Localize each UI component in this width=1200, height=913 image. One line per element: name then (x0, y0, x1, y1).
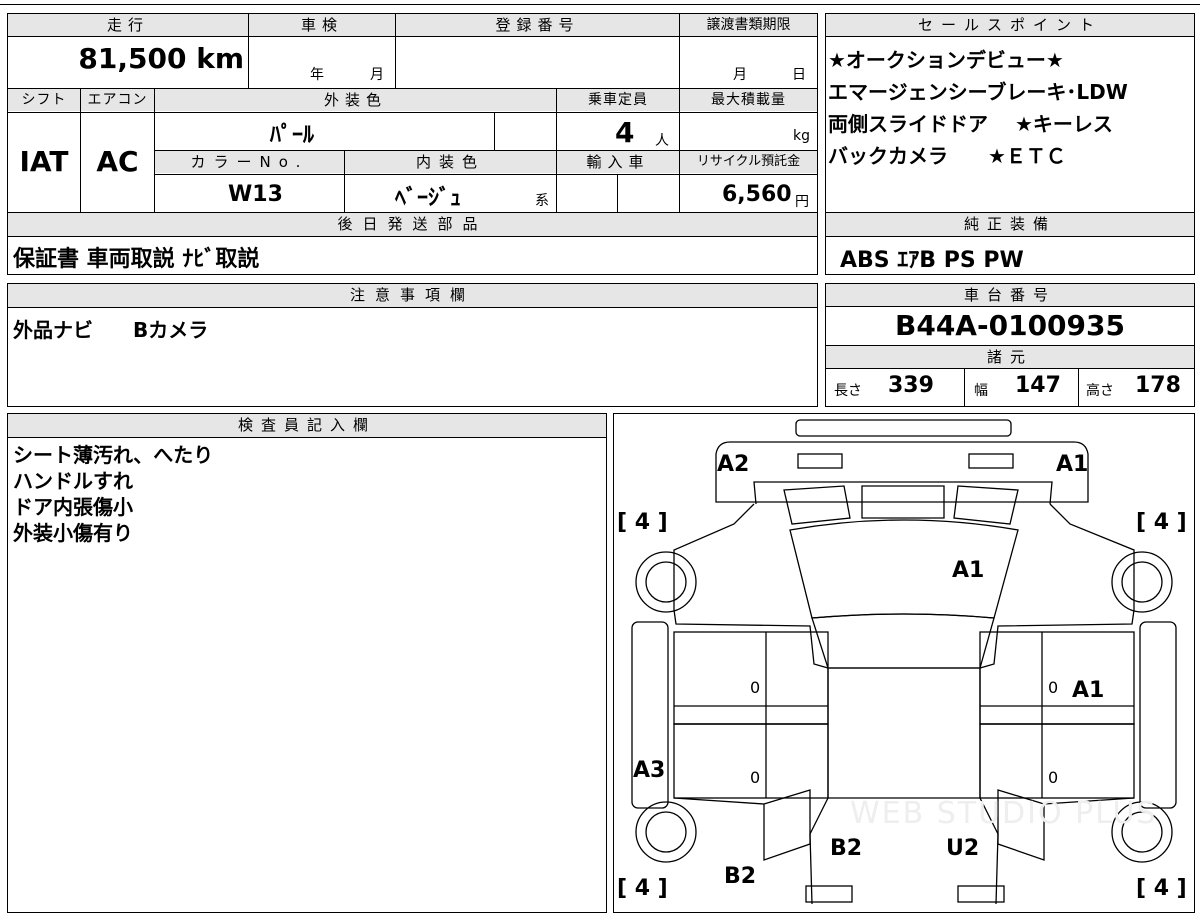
later-parts-header: 後日発送部品 (8, 213, 817, 236)
zero-mark: 0 (1048, 678, 1059, 697)
inspector-lines: シート薄汚れ、へたり ハンドルすれ ドア内張傷小 外装小傷有り (13, 442, 213, 546)
length-value: 339 (888, 373, 934, 398)
max-load-unit: kg (793, 128, 810, 144)
height-value: 178 (1135, 373, 1181, 398)
aircon-header: エアコン (81, 89, 154, 111)
interior-color-value: ﾍﾞｰｼﾞｭ (395, 186, 462, 211)
transfer-month-unit: 月 (733, 67, 747, 83)
exterior-color-header: 外装色 (155, 89, 556, 111)
sales-point-line: 両側スライドドア ★キーレス (828, 112, 1113, 136)
transfer-deadline-header: 譲渡書類期限 (680, 14, 817, 36)
recycle-value: 6,560 (722, 182, 792, 207)
inspection-year-unit: 年 (310, 67, 324, 83)
length-label: 長さ (834, 383, 862, 399)
tire-rear-left-label: [ 4 ] (617, 876, 668, 901)
mark-front-left: A2 (717, 452, 750, 477)
shift-value: IAT (19, 145, 69, 178)
shift-header: シフト (8, 89, 80, 111)
sales-points-header: セールスポイント (826, 14, 1194, 36)
mark-rear-center-right: U2 (946, 836, 980, 861)
inspection-header: 車検 (249, 14, 395, 36)
chassis-value: B44A-0100935 (895, 309, 1125, 342)
interior-color-suffix: 系 (535, 193, 549, 209)
mark-rear-center-left: B2 (830, 836, 863, 861)
zero-mark: 0 (750, 678, 761, 697)
aircon-value: AC (96, 145, 139, 178)
exterior-color-value: ﾊﾟｰﾙ (270, 123, 315, 148)
zero-mark: 0 (1048, 768, 1059, 787)
inspector-line: 外装小傷有り (13, 521, 133, 545)
width-value: 147 (1015, 373, 1061, 398)
inspector-header: 検査員記入欄 (8, 414, 606, 437)
tire-rear-right-label: [ 4 ] (1136, 876, 1187, 901)
mark-right-side: A1 (1072, 678, 1105, 703)
import-header: 輸入車 (557, 151, 679, 173)
chassis-header: 車台番号 (826, 284, 1194, 306)
zero-mark: 0 (750, 768, 761, 787)
capacity-unit: 人 (655, 133, 669, 149)
notes-value: 外品ナビ Bカメラ (13, 318, 209, 342)
genuine-equipment-value: ABS ｴｱB PS PW (840, 248, 1024, 273)
color-no-value: W13 (228, 182, 283, 207)
sales-point-line: エマージェンシーブレーキ･LDW (828, 80, 1128, 104)
width-label: 幅 (974, 383, 988, 399)
registration-header: 登録番号 (396, 14, 679, 36)
interior-color-header: 内装色 (345, 151, 556, 173)
specs-header: 諸元 (826, 346, 1194, 368)
mark-hood: A1 (952, 558, 985, 583)
mark-rear-left: B2 (724, 864, 757, 889)
tire-front-left-label: [ 4 ] (617, 510, 668, 535)
max-load-header: 最大積載量 (680, 89, 817, 111)
inspector-line: ハンドルすれ (13, 469, 133, 493)
genuine-equipment-header: 純正装備 (826, 213, 1194, 236)
top-edge-line (0, 4, 1200, 5)
sales-point-line: バックカメラ ★ＥＴＣ (828, 144, 1066, 168)
recycle-header: リサイクル預託金 (680, 151, 817, 173)
mileage-header: 走行 (8, 14, 248, 36)
watermark: WEB STUDIO PLUS (850, 796, 1158, 831)
color-no-header: カラーNo. (155, 151, 344, 173)
car-damage-diagram: A2 A1 A1 A1 A3 B2 B2 U2 [ 4 ] [ 4 ] [ 4 … (613, 413, 1195, 913)
inspector-line: ドア内張傷小 (13, 495, 133, 519)
sales-points-lines: ★オークションデビュー★ エマージェンシーブレーキ･LDW 両側スライドドア ★… (828, 44, 1128, 172)
later-parts-value: 保証書 車両取説 ﾅﾋﾞ取説 (13, 247, 260, 272)
inspector-line: シート薄汚れ、へたり (13, 443, 214, 467)
tire-front-right-label: [ 4 ] (1136, 510, 1187, 535)
transfer-day-unit: 日 (792, 67, 806, 83)
height-label: 高さ (1086, 383, 1114, 399)
capacity-header: 乗車定員 (557, 89, 679, 111)
capacity-value: 4 (615, 116, 635, 149)
sales-point-line: ★オークションデビュー★ (828, 48, 1064, 72)
notes-header: 注意事項欄 (8, 284, 817, 307)
mileage-value: 81,500 km (78, 42, 244, 75)
recycle-unit: 円 (795, 194, 809, 210)
mark-front-right: A1 (1056, 452, 1089, 477)
inspection-month-unit: 月 (370, 67, 384, 83)
mark-left-rear: A3 (633, 758, 666, 783)
